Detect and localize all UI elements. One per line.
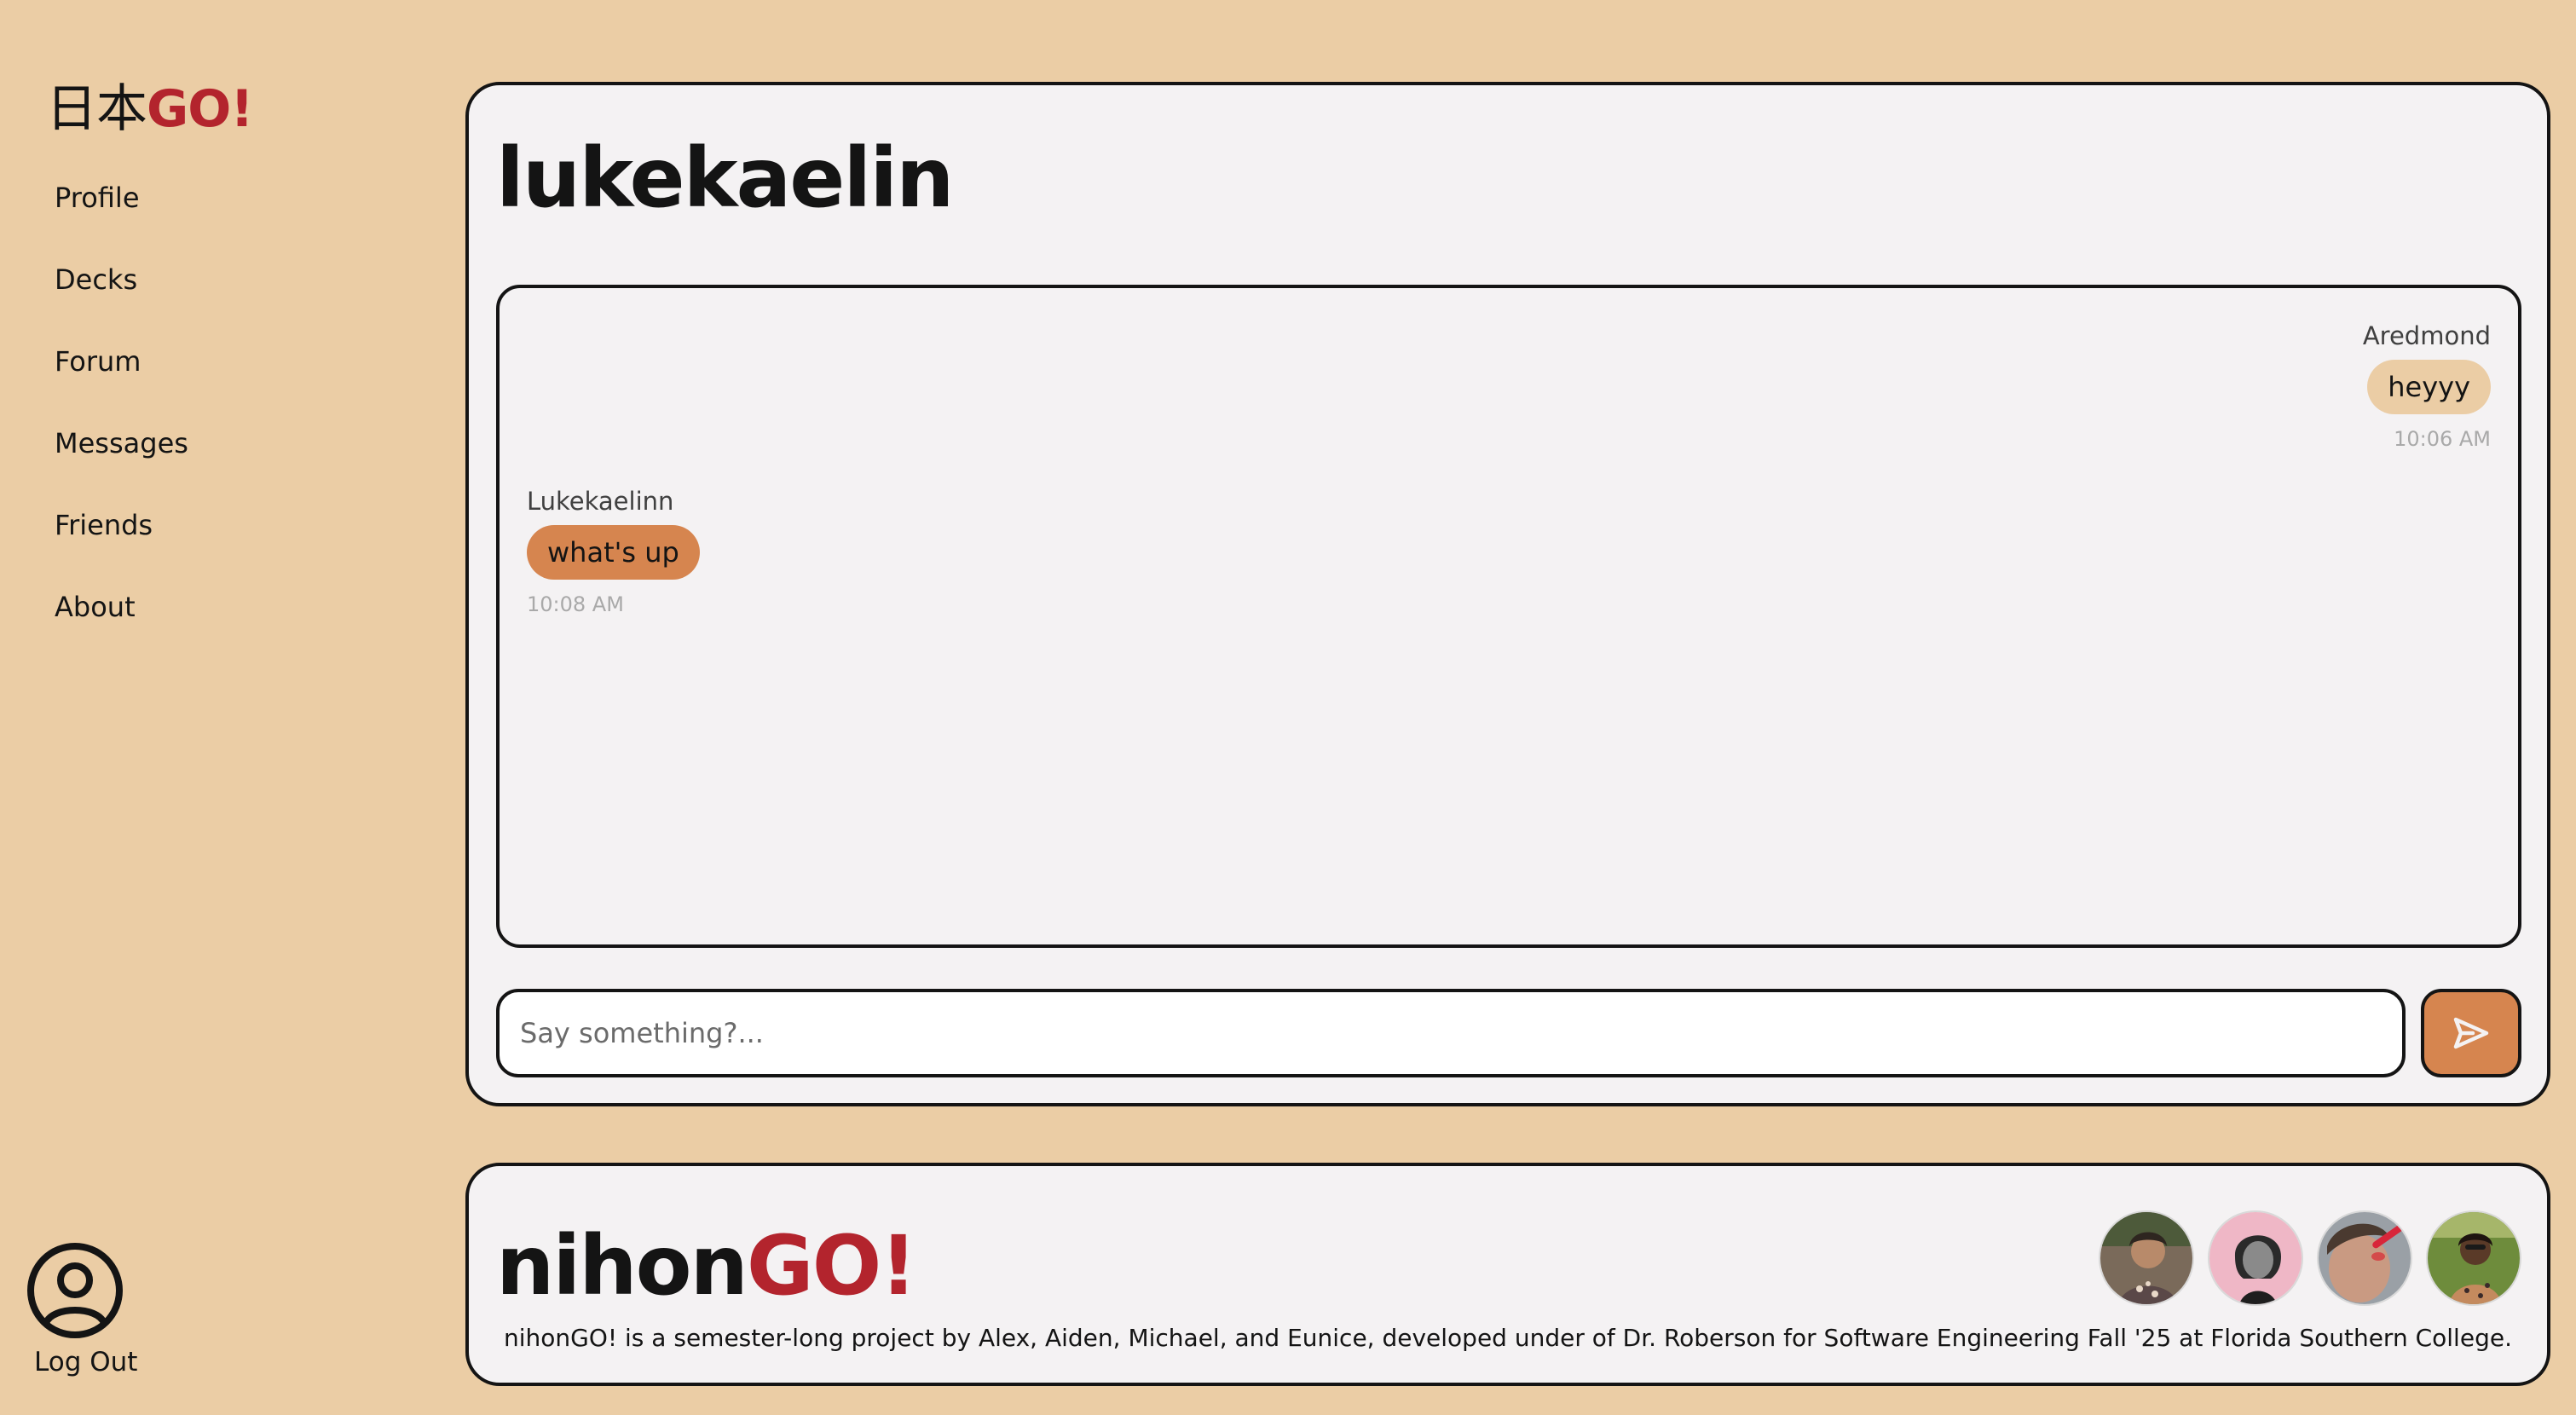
nav-item-friends[interactable]: Friends xyxy=(55,498,188,580)
footer-brand: nihonGO! xyxy=(496,1218,917,1314)
footer: nihonGO! nihonGO! is a semester-long pro… xyxy=(465,1163,2550,1386)
logo-kanji: 日本 xyxy=(46,79,147,139)
team-avatars xyxy=(2099,1210,2521,1306)
footer-brand-go: GO! xyxy=(746,1218,917,1314)
message-list[interactable]: Aredmond heyyy 10:06 AM Lukekaelinn what… xyxy=(496,285,2521,948)
message-timestamp: 10:08 AM xyxy=(527,592,624,616)
team-member-avatar-2 xyxy=(2208,1210,2303,1306)
send-button[interactable] xyxy=(2421,989,2521,1077)
team-member-avatar-4 xyxy=(2426,1210,2521,1306)
composer xyxy=(496,989,2521,1077)
logout-label: Log Out xyxy=(34,1347,138,1377)
nav-item-forum[interactable]: Forum xyxy=(55,334,188,416)
sidebar: 日本GO! Profile Decks Forum Messages Frien… xyxy=(0,0,443,1415)
message-bubble: heyyy xyxy=(2367,360,2491,414)
logout-button[interactable]: Log Out xyxy=(26,1241,145,1379)
logo-go: GO! xyxy=(147,79,254,139)
nav-item-decks[interactable]: Decks xyxy=(55,252,188,334)
message-item-outgoing: Aredmond heyyy 10:06 AM xyxy=(2363,319,2491,453)
team-member-avatar-3 xyxy=(2317,1210,2412,1306)
message-timestamp: 10:06 AM xyxy=(2394,427,2491,451)
message-sender: Lukekaelinn xyxy=(527,487,674,516)
message-item-incoming: Lukekaelinn what's up 10:08 AM xyxy=(527,484,700,619)
app-logo[interactable]: 日本GO! xyxy=(46,75,254,143)
nav-item-profile[interactable]: Profile xyxy=(55,170,188,252)
team-member-avatar-1 xyxy=(2099,1210,2194,1306)
nav-item-messages[interactable]: Messages xyxy=(55,416,188,498)
chat-title: lukekaelin xyxy=(496,130,955,226)
chat-panel: lukekaelin Aredmond heyyy 10:06 AM Lukek… xyxy=(465,82,2550,1106)
nav-item-about[interactable]: About xyxy=(55,580,188,661)
message-bubble: what's up xyxy=(527,525,700,580)
send-icon xyxy=(2453,1017,2489,1049)
message-input[interactable] xyxy=(496,989,2406,1077)
footer-brand-prefix: nihon xyxy=(496,1218,748,1314)
footer-description: nihonGO! is a semester-long project by A… xyxy=(504,1324,2512,1352)
sidebar-nav: Profile Decks Forum Messages Friends Abo… xyxy=(55,170,188,661)
message-sender: Aredmond xyxy=(2362,321,2491,350)
user-circle-icon xyxy=(27,1243,123,1338)
